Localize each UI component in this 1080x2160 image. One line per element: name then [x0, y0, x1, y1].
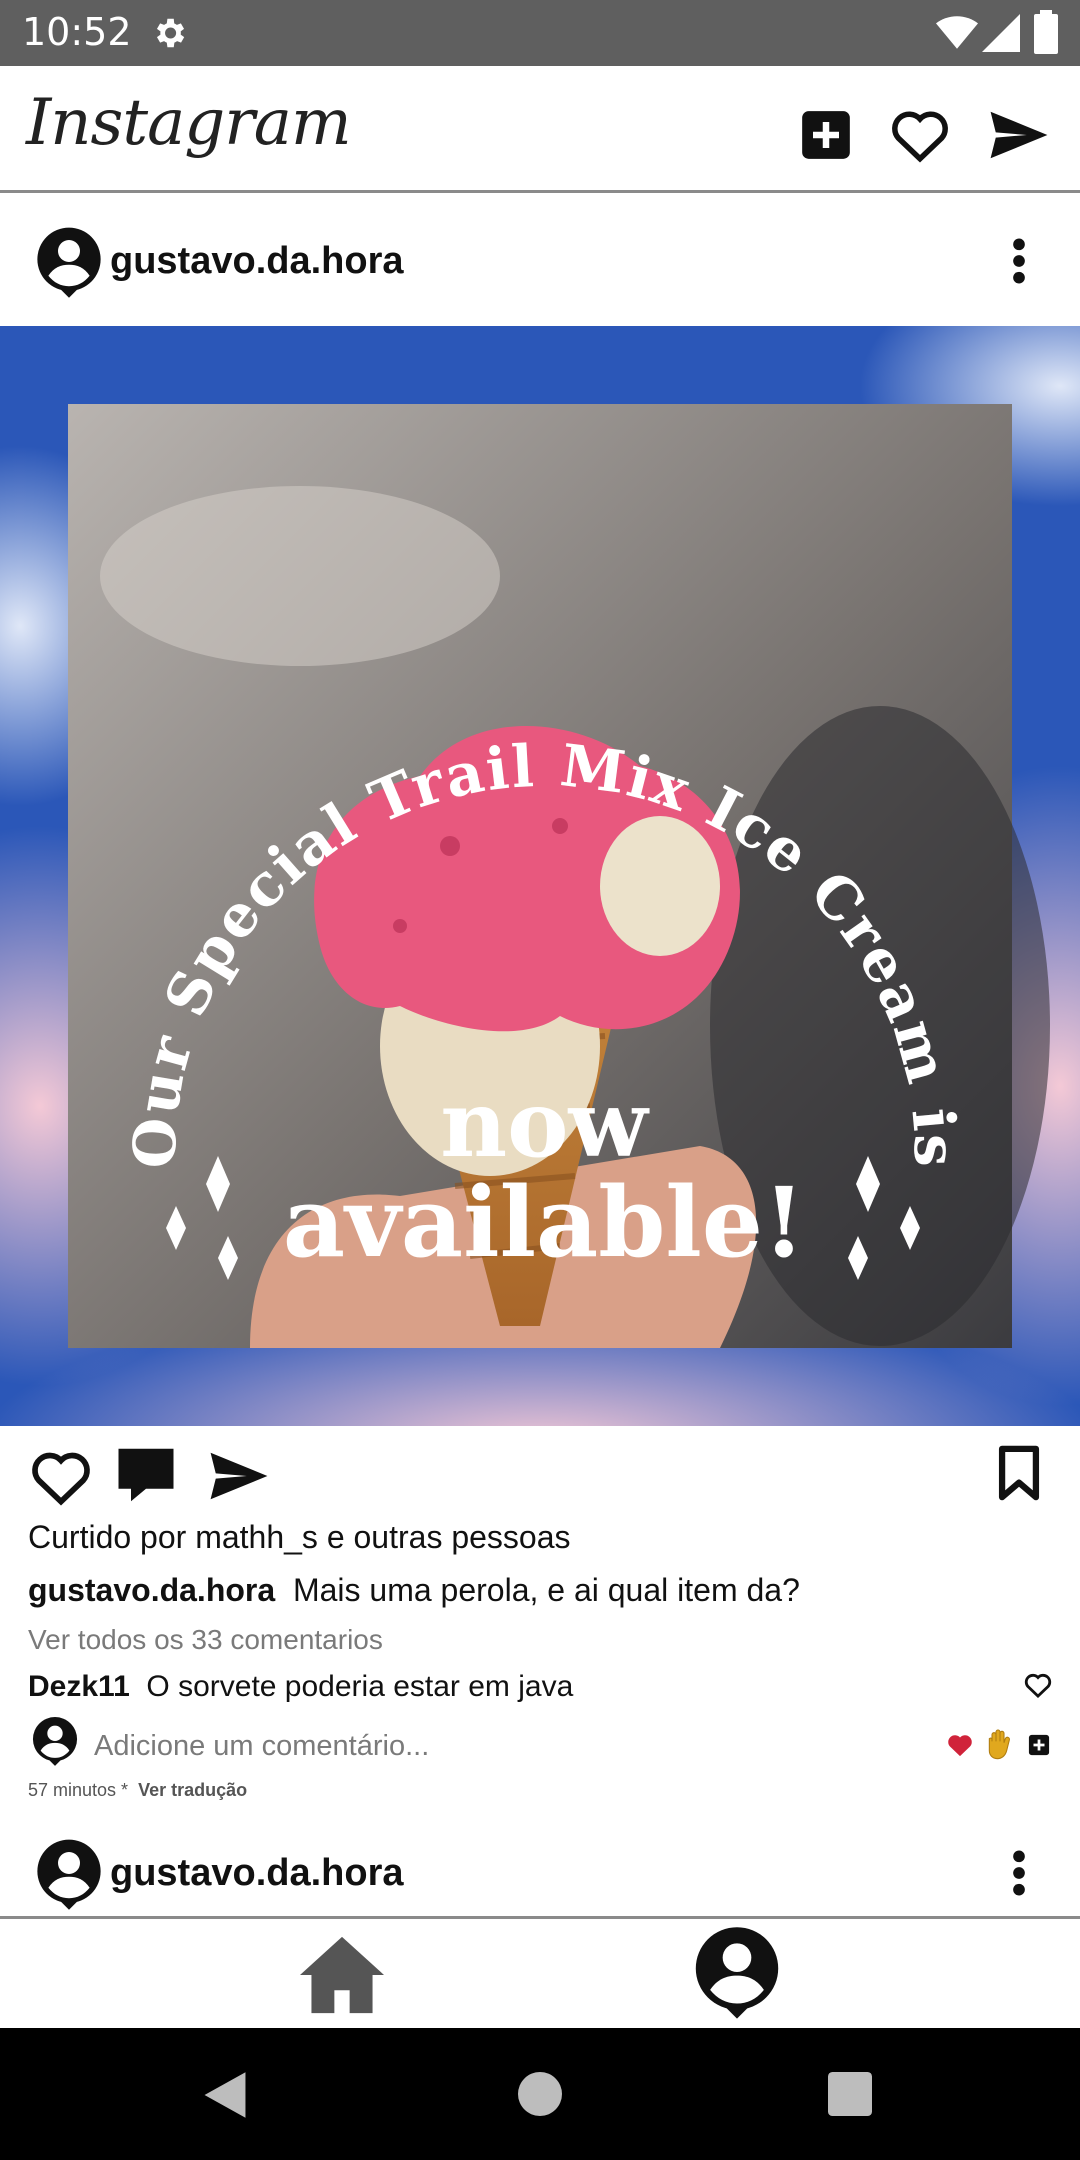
raised-hand-emoji-icon[interactable] — [986, 1728, 1014, 1760]
paper-plane-icon[interactable] — [988, 108, 1050, 162]
post-image[interactable]: Our Special Trail Mix Ice Cream is now a… — [0, 326, 1080, 1426]
bookmark-icon[interactable] — [996, 1444, 1042, 1502]
headline-now: now — [440, 1070, 650, 1178]
home-icon[interactable] — [296, 1933, 388, 2017]
post-header: gustavo.da.hora — [0, 196, 1080, 326]
status-time: 10:52 — [22, 10, 132, 54]
comment: Dezk11 O sorvete poderia estar em java — [28, 1670, 573, 1704]
add-comment-input[interactable]: Adicione um comentário... — [94, 1730, 429, 1763]
more-vertical-icon[interactable] — [1004, 1848, 1034, 1898]
post-timestamp: 57 minutos * Ver tradução — [28, 1780, 247, 1801]
bottom-nav — [0, 1916, 1080, 2031]
back-icon[interactable] — [202, 2070, 248, 2120]
headline-available: available! — [283, 1166, 805, 1279]
avatar[interactable] — [36, 226, 102, 298]
wifi-icon — [936, 16, 978, 49]
paper-plane-icon[interactable] — [208, 1450, 270, 1502]
comment-like-icon[interactable] — [1024, 1672, 1052, 1698]
post-username[interactable]: gustavo.da.hora — [110, 240, 404, 283]
add-square-icon[interactable] — [800, 109, 852, 161]
recents-icon[interactable] — [828, 2072, 872, 2116]
post-actions — [0, 1426, 1080, 1522]
see-translation[interactable]: Ver tradução — [138, 1780, 247, 1800]
heart-outline-icon[interactable] — [30, 1448, 92, 1506]
view-all-comments[interactable]: Ver todos os 33 comentarios — [28, 1624, 383, 1656]
caption-username[interactable]: gustavo.da.hora — [28, 1572, 275, 1608]
add-square-icon[interactable] — [1028, 1734, 1050, 1756]
user-avatar-icon — [32, 1717, 78, 1766]
comment-text: O sorvete poderia estar em java — [146, 1670, 574, 1703]
liked-by[interactable]: Curtido por mathh_s e outras pessoas — [28, 1519, 571, 1556]
battery-icon — [1034, 10, 1058, 54]
instagram-logo[interactable]: Instagram — [26, 86, 352, 160]
time-ago: 57 minutos * — [28, 1780, 129, 1800]
more-vertical-icon[interactable] — [1004, 236, 1034, 286]
signal-icon — [982, 14, 1020, 52]
app-header: Instagram — [0, 66, 1080, 193]
avatar[interactable] — [36, 1838, 102, 1910]
heart-emoji-icon[interactable] — [946, 1732, 974, 1758]
ice-cream-illustration: Our Special Trail Mix Ice Cream is now a… — [0, 326, 1080, 1426]
next-post-header: gustavo.da.hora — [0, 1808, 1080, 1916]
caption: gustavo.da.hora Mais uma perola, e ai qu… — [28, 1572, 800, 1609]
caption-text: Mais uma perola, e ai qual item da? — [292, 1572, 800, 1608]
status-bar: 10:52 — [0, 0, 1080, 66]
comment-username[interactable]: Dezk11 — [28, 1670, 130, 1703]
next-post-username[interactable]: gustavo.da.hora — [110, 1852, 404, 1895]
comment-icon[interactable] — [116, 1446, 176, 1504]
home-circle-icon[interactable] — [518, 2072, 562, 2116]
heart-outline-icon[interactable] — [890, 106, 950, 164]
system-navigation-bar — [0, 2028, 1080, 2160]
profile-icon[interactable] — [694, 1925, 780, 2019]
gear-icon — [156, 18, 185, 48]
